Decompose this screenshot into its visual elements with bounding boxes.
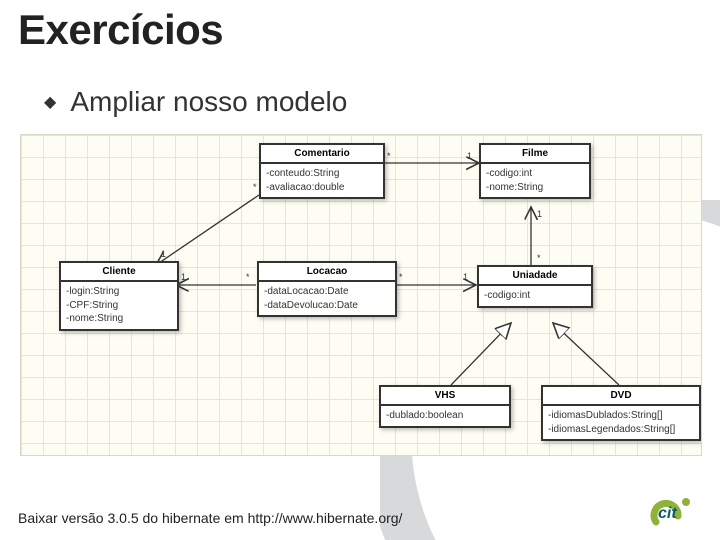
class-attrs: -codigo:int -nome:String [481, 164, 589, 197]
mult-cliente-side: 1 [161, 249, 166, 259]
mult-filme-uni-bottom: * [537, 253, 541, 263]
class-name: Cliente [61, 263, 177, 282]
class-filme: Filme -codigo:int -nome:String [479, 143, 591, 199]
class-dvd: DVD -idiomasDublados:String[] -idiomasLe… [541, 385, 701, 441]
class-attrs: -conteudo:String -avaliacao:double [261, 164, 383, 197]
mult-loc-cli-right: * [246, 272, 250, 282]
class-unidade: Uniadade -codigo:int [477, 265, 593, 308]
class-name: Uniadade [479, 267, 591, 286]
class-attrs: -codigo:int [479, 286, 591, 306]
bullet-text: Ampliar nosso modelo [70, 86, 347, 118]
class-attrs: -idiomasDublados:String[] -idiomasLegend… [543, 406, 699, 439]
logo-icon: cit [638, 492, 698, 530]
class-comentario: Comentario -conteudo:String -avaliacao:d… [259, 143, 385, 199]
class-attrs: -login:String -CPF:String -nome:String [61, 282, 177, 329]
mult-loc-cli-left: 1 [181, 272, 186, 282]
bullet-icon: ◆ [44, 92, 56, 112]
mult-comentario-side: * [253, 182, 257, 192]
class-cliente: Cliente -login:String -CPF:String -nome:… [59, 261, 179, 331]
class-attrs: -dublado:boolean [381, 406, 509, 426]
uml-diagram: * 1 * 1 * 1 * 1 1 * Comentario [20, 134, 702, 456]
mult-loc-uni-left: * [399, 272, 403, 282]
class-vhs: VHS -dublado:boolean [379, 385, 511, 428]
footer-text: Baixar versão 3.0.5 do hibernate em http… [18, 510, 402, 526]
mult-com-filme-left: * [387, 151, 391, 161]
class-name: Filme [481, 145, 589, 164]
class-attrs: -dataLocacao:Date -dataDevolucao:Date [259, 282, 395, 315]
class-name: Comentario [261, 145, 383, 164]
svg-text:cit: cit [658, 505, 677, 522]
mult-loc-uni-right: 1 [463, 272, 468, 282]
bullet-item: ◆ Ampliar nosso modelo [44, 86, 347, 118]
class-name: Locacao [259, 263, 395, 282]
class-locacao: Locacao -dataLocacao:Date -dataDevolucao… [257, 261, 397, 317]
class-name: VHS [381, 387, 509, 406]
slide-title: Exercícios [18, 6, 223, 54]
mult-com-filme-right: 1 [467, 151, 472, 161]
class-name: DVD [543, 387, 699, 406]
mult-filme-uni-top: 1 [537, 209, 542, 219]
